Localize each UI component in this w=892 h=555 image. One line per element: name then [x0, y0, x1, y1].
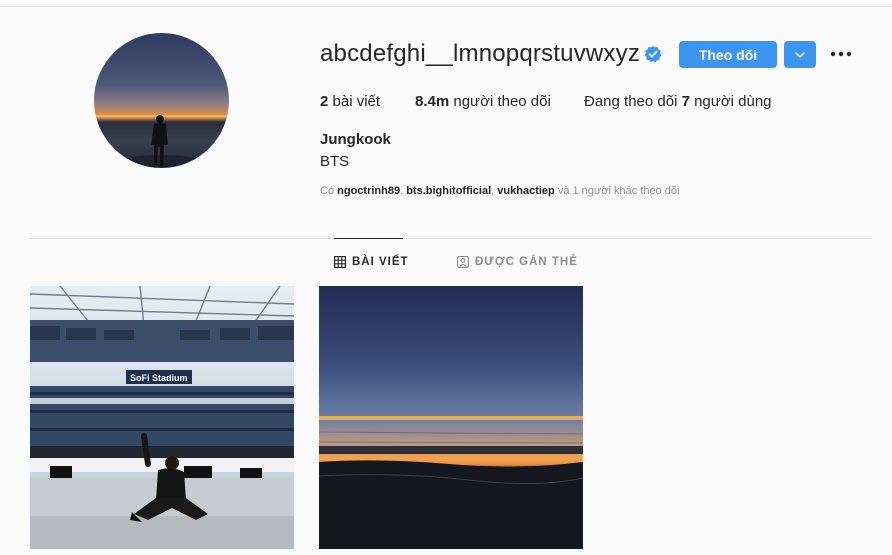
more-options-button[interactable]	[828, 44, 854, 64]
post-thumbnail[interactable]: SoFi Stadium	[30, 286, 294, 549]
profile-avatar[interactable]	[94, 33, 229, 168]
active-tab-indicator	[334, 238, 403, 239]
following-label: người dùng	[694, 93, 772, 110]
grid-icon	[334, 256, 346, 268]
followers-label: người theo dõi	[453, 93, 551, 110]
followed-by-prefix: Có	[320, 185, 335, 197]
tab-posts[interactable]: BÀI VIẾT	[334, 256, 409, 268]
following-stat[interactable]: Đang theo dõi 7 người dùng	[584, 93, 772, 110]
more-options-icon	[830, 51, 852, 57]
verified-badge-icon	[644, 45, 662, 63]
tab-posts-label: BÀI VIẾT	[352, 256, 409, 268]
profile-bio: BTS	[320, 153, 350, 170]
sunset-sea-photo	[319, 416, 583, 549]
followed-by-suffix[interactable]: và 1 người khác theo dõi	[558, 185, 680, 197]
profile-full-name: Jungkook	[320, 131, 391, 148]
chevron-down-icon	[795, 51, 805, 58]
stadium-sign: SoFi Stadium	[130, 373, 188, 383]
follow-button[interactable]: Theo dõi	[679, 41, 777, 68]
top-divider	[0, 6, 892, 7]
tabs-divider	[30, 238, 872, 239]
suggested-dropdown-button[interactable]	[784, 41, 816, 68]
stadium-photo: SoFi Stadium	[30, 286, 294, 549]
following-prefix: Đang theo dõi	[584, 93, 678, 110]
followers-count: 8.4m	[415, 93, 450, 110]
tab-tagged[interactable]: ĐƯỢC GẮN THẺ	[457, 256, 578, 268]
tagged-icon	[457, 256, 469, 268]
followed-by-user[interactable]: ngoctrinh89	[337, 185, 400, 197]
posts-label: bài viết	[332, 93, 381, 110]
profile-username: abcdefghi__lmnopqrstuvwxyz	[320, 40, 641, 67]
followed-by-text: Có ngoctrinh89, bts.bighitofficial, vukh…	[320, 185, 680, 197]
followed-by-user[interactable]: bts.bighitofficial	[406, 185, 491, 197]
posts-count-stat: 2 bài viết	[320, 93, 380, 110]
post-thumbnail[interactable]	[319, 286, 583, 549]
following-count: 7	[681, 93, 690, 110]
posts-count: 2	[320, 93, 329, 110]
tab-tagged-label: ĐƯỢC GẮN THẺ	[475, 256, 578, 268]
followers-stat[interactable]: 8.4m người theo dõi	[415, 93, 551, 110]
silhouette-figure	[94, 115, 229, 167]
followed-by-user[interactable]: vukhactiep	[497, 185, 554, 197]
